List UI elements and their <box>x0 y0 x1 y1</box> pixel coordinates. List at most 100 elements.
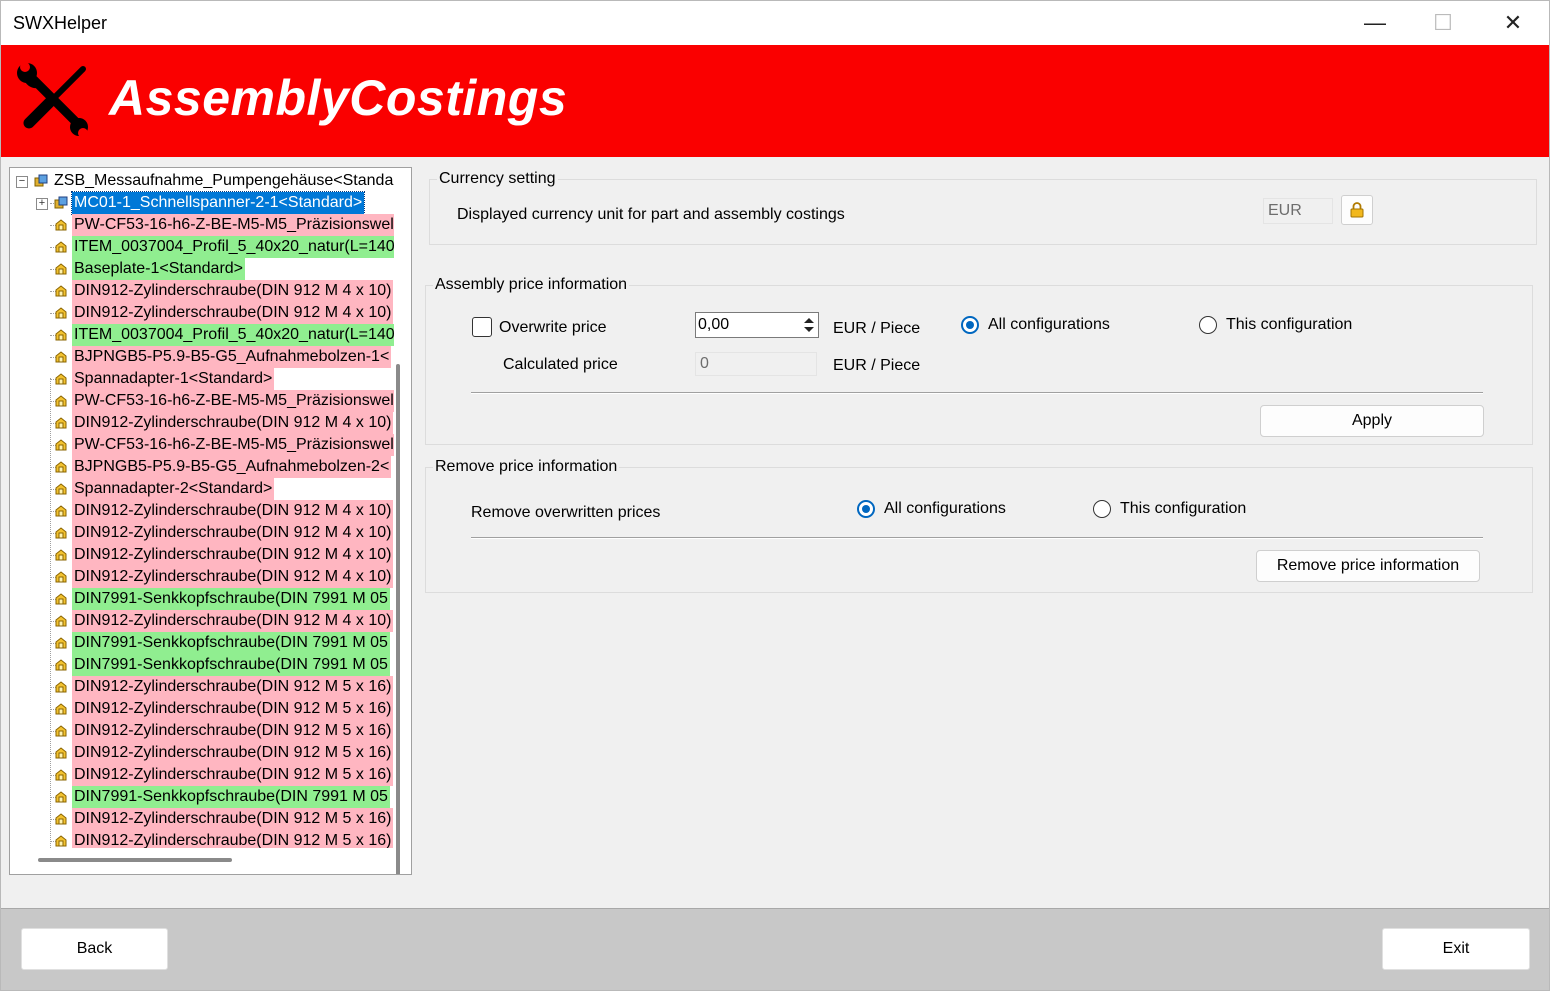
tree-item[interactable]: DIN912-Zylinderschraube(DIN 912 M 4 x 10… <box>10 544 394 566</box>
tree-item-label: DIN912-Zylinderschraube(DIN 912 M 4 x 10… <box>72 610 394 632</box>
collapse-icon[interactable]: − <box>16 176 28 188</box>
part-icon <box>55 351 67 363</box>
part-icon <box>55 219 67 231</box>
tree-item[interactable]: DIN912-Zylinderschraube(DIN 912 M 4 x 10… <box>10 566 394 588</box>
part-icon <box>55 791 67 803</box>
tree-root-row[interactable]: − ZSB_Messaufnahme_Pumpengehäuse<Standar… <box>10 170 394 192</box>
assembly-icon <box>34 174 48 187</box>
app-window: SWXHelper — ☐ ✕ AssemblyCostings − ZSB_M… <box>0 0 1550 991</box>
tree-item-label: DIN7991-Senkkopfschraube(DIN 7991 M 05 <box>72 654 390 676</box>
currency-group-title: Currency setting <box>437 170 558 188</box>
tree-item[interactable]: ITEM_0037004_Profil_5_40x20_natur(L=140) <box>10 236 394 258</box>
tree-item[interactable]: BJPNGB5-P5.9-B5-G5_Aufnahmebolzen-1< <box>10 346 394 368</box>
part-icon <box>55 505 67 517</box>
tree-item[interactable]: PW-CF53-16-h6-Z-BE-M5-M5_Präzisionswelle <box>10 390 394 412</box>
header-banner: AssemblyCostings <box>1 45 1549 157</box>
back-button[interactable]: Back <box>21 928 168 970</box>
tree-item-label: DIN912-Zylinderschraube(DIN 912 M 5 x 16… <box>72 676 394 698</box>
remove-radio-all-configurations[interactable] <box>857 500 875 518</box>
tree-item-label: DIN912-Zylinderschraube(DIN 912 M 4 x 10… <box>72 566 394 588</box>
price-radio-this-configuration[interactable] <box>1199 316 1217 334</box>
tree-item-label: DIN7991-Senkkopfschraube(DIN 7991 M 05 <box>72 632 390 654</box>
tree-item[interactable]: PW-CF53-16-h6-Z-BE-M5-M5_Präzisionswelle <box>10 214 394 236</box>
tree-content: − ZSB_Messaufnahme_Pumpengehäuse<Standar… <box>10 168 394 848</box>
spin-arrows-icon[interactable] <box>802 315 816 335</box>
price-radio-all-configurations[interactable] <box>961 316 979 334</box>
exit-button[interactable]: Exit <box>1382 928 1530 970</box>
tree-item-label: BJPNGB5-P5.9-B5-G5_Aufnahmebolzen-2< <box>72 456 392 478</box>
part-icon <box>55 285 67 297</box>
tree-item[interactable]: DIN912-Zylinderschraube(DIN 912 M 4 x 10… <box>10 610 394 632</box>
overwrite-price-checkbox[interactable] <box>472 317 492 337</box>
tree-item[interactable]: + MC01-1_Schnellspanner-2-1<Standard> <box>10 191 394 215</box>
tree-item[interactable]: BJPNGB5-P5.9-B5-G5_Aufnahmebolzen-2< <box>10 456 394 478</box>
assembly-price-group-title: Assembly price information <box>433 276 630 294</box>
tree-item-label: DIN912-Zylinderschraube(DIN 912 M 5 x 16… <box>72 830 394 848</box>
part-icon <box>55 373 67 385</box>
tree-root-label: ZSB_Messaufnahme_Pumpengehäuse<Standard> <box>52 170 394 192</box>
tree-item[interactable]: DIN7991-Senkkopfschraube(DIN 7991 M 05 <box>10 654 394 676</box>
part-icon <box>55 747 67 759</box>
tree-item-label: DIN912-Zylinderschraube(DIN 912 M 5 x 16… <box>72 808 394 830</box>
part-icon <box>55 659 67 671</box>
tree-horizontal-scroll-thumb[interactable] <box>38 858 232 862</box>
remove-radio-this-label: This configuration <box>1120 500 1247 517</box>
tree-item[interactable]: DIN912-Zylinderschraube(DIN 912 M 4 x 10… <box>10 302 394 324</box>
lock-icon <box>1350 202 1364 218</box>
assembly-tree[interactable]: − ZSB_Messaufnahme_Pumpengehäuse<Standar… <box>9 167 412 875</box>
part-icon <box>55 835 67 847</box>
currency-description: Displayed currency unit for part and ass… <box>457 206 845 223</box>
lock-button[interactable] <box>1341 195 1373 225</box>
tree-item-label: Spannadapter-2<Standard> <box>72 478 275 500</box>
part-icon <box>55 439 67 451</box>
tree-item[interactable]: DIN912-Zylinderschraube(DIN 912 M 4 x 10… <box>10 522 394 544</box>
tree-item[interactable]: DIN912-Zylinderschraube(DIN 912 M 5 x 16… <box>10 676 394 698</box>
title-bar: SWXHelper — ☐ ✕ <box>1 1 1549 45</box>
tree-item[interactable]: DIN912-Zylinderschraube(DIN 912 M 5 x 16… <box>10 764 394 786</box>
tree-item[interactable]: DIN912-Zylinderschraube(DIN 912 M 5 x 16… <box>10 830 394 848</box>
tree-item[interactable]: DIN912-Zylinderschraube(DIN 912 M 4 x 10… <box>10 500 394 522</box>
minimize-button[interactable]: — <box>1341 1 1409 45</box>
part-icon <box>55 615 67 627</box>
part-icon <box>55 593 67 605</box>
tree-item-label: ITEM_0037004_Profil_5_40x20_natur(L=140) <box>72 324 394 346</box>
apply-button[interactable]: Apply <box>1260 405 1484 437</box>
tree-item[interactable]: DIN912-Zylinderschraube(DIN 912 M 4 x 10… <box>10 412 394 434</box>
expand-icon[interactable]: + <box>36 198 48 210</box>
part-icon <box>55 395 67 407</box>
assembly-price-separator <box>471 392 1483 394</box>
tree-item-label: DIN912-Zylinderschraube(DIN 912 M 4 x 10… <box>72 500 394 522</box>
tree-item-label: Baseplate-1<Standard> <box>72 258 246 280</box>
tree-item[interactable]: Spannadapter-1<Standard> <box>10 368 394 390</box>
tree-item-label: ITEM_0037004_Profil_5_40x20_natur(L=140) <box>72 236 394 258</box>
remove-price-information-button[interactable]: Remove price information <box>1256 550 1480 582</box>
remove-radio-this-configuration[interactable] <box>1093 500 1111 518</box>
tree-item[interactable]: DIN7991-Senkkopfschraube(DIN 7991 M 05 <box>10 786 394 808</box>
part-icon <box>55 637 67 649</box>
part-icon <box>55 769 67 781</box>
tree-item[interactable]: DIN912-Zylinderschraube(DIN 912 M 5 x 16… <box>10 698 394 720</box>
part-icon <box>55 329 67 341</box>
price-unit-label: EUR / Piece <box>833 320 921 337</box>
tree-vertical-scroll-thumb[interactable] <box>396 364 400 874</box>
maximize-button[interactable]: ☐ <box>1409 1 1477 45</box>
tree-item[interactable]: Baseplate-1<Standard> <box>10 258 394 280</box>
tree-item[interactable]: PW-CF53-16-h6-Z-BE-M5-M5_Präzisionswelle <box>10 434 394 456</box>
tree-item[interactable]: DIN7991-Senkkopfschraube(DIN 7991 M 05 <box>10 588 394 610</box>
tree-item[interactable]: DIN912-Zylinderschraube(DIN 912 M 5 x 16… <box>10 808 394 830</box>
tree-item[interactable]: DIN912-Zylinderschraube(DIN 912 M 5 x 16… <box>10 720 394 742</box>
tree-item[interactable]: DIN7991-Senkkopfschraube(DIN 7991 M 05 <box>10 632 394 654</box>
close-button[interactable]: ✕ <box>1479 1 1547 45</box>
part-icon <box>55 703 67 715</box>
part-icon <box>55 527 67 539</box>
price-value: 0,00 <box>698 316 730 333</box>
part-icon <box>55 681 67 693</box>
tree-item[interactable]: Spannadapter-2<Standard> <box>10 478 394 500</box>
price-spinbox[interactable]: 0,00 <box>695 312 819 338</box>
tree-item[interactable]: DIN912-Zylinderschraube(DIN 912 M 5 x 16… <box>10 742 394 764</box>
banner-title: AssemblyCostings <box>109 70 568 126</box>
price-radio-all-label: All configurations <box>988 316 1110 333</box>
tree-item[interactable]: ITEM_0037004_Profil_5_40x20_natur(L=140) <box>10 324 394 346</box>
part-icon <box>55 483 67 495</box>
tree-item[interactable]: DIN912-Zylinderschraube(DIN 912 M 4 x 10… <box>10 280 394 302</box>
